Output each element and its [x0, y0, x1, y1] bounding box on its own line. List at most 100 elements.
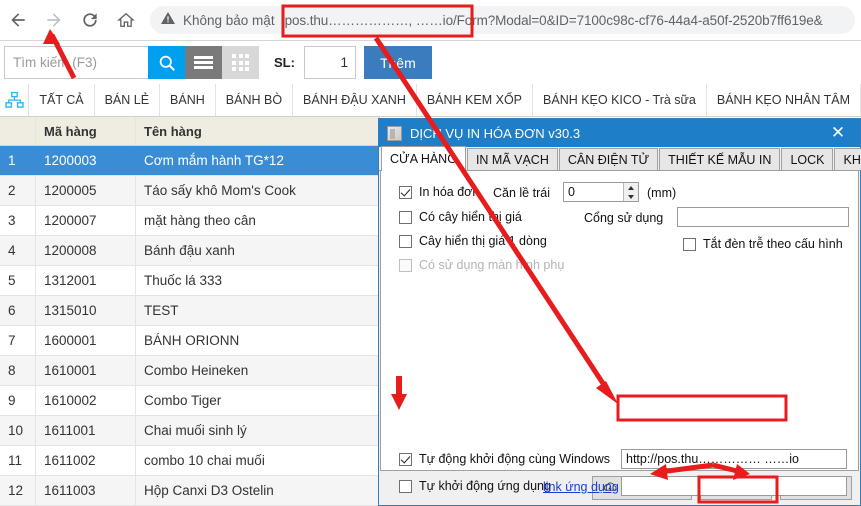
- checkbox-autostart-windows[interactable]: Tự động khởi động cùng Windows: [399, 452, 610, 466]
- close-icon[interactable]: ✕: [816, 119, 860, 147]
- cell-name: BÁNH ORIONN: [136, 326, 379, 355]
- cell-index: 12: [0, 476, 36, 505]
- cell-name: combo 10 chai muối: [136, 446, 379, 475]
- tab-thiet-ke-mau-in[interactable]: THIẾT KẾ MẪU IN: [659, 148, 780, 170]
- table-row[interactable]: 4 1200008 Bánh đậu xanh: [0, 236, 379, 266]
- print-service-dialog: DỊCH VỤ IN HÓA ĐƠN v30.3 ✕ CỬA HÀNG IN M…: [378, 118, 861, 506]
- table-row[interactable]: 9 1610002 Combo Tiger: [0, 386, 379, 416]
- app-window-icon: [387, 126, 402, 141]
- checkbox-label: Cây hiển thị giá 1 dòng: [419, 234, 547, 248]
- app-link[interactable]: link ứng dụng: [543, 480, 619, 494]
- not-secure-warning-icon: [160, 10, 176, 31]
- checkbox-box-icon: [399, 480, 412, 493]
- port-input[interactable]: [677, 207, 849, 227]
- checkbox-autostart-app[interactable]: Tự khởi động ứng dụng: [399, 479, 551, 493]
- margin-left-stepper[interactable]: 0: [563, 182, 639, 202]
- checkbox-box-icon: [399, 259, 412, 272]
- tab-label: IN MÃ VẠCH: [476, 153, 549, 167]
- table-row[interactable]: 3 1200007 mặt hàng theo cân: [0, 206, 379, 236]
- category-tab-label: TẤT CẢ: [39, 93, 83, 107]
- table-row[interactable]: 7 1600001 BÁNH ORIONN: [0, 326, 379, 356]
- forward-icon[interactable]: [36, 2, 72, 38]
- table-row[interactable]: 1 1200003 Cơm mắm hành TG*12: [0, 146, 379, 176]
- cell-code: 1611002: [36, 446, 136, 475]
- table-row[interactable]: 5 1312001 Thuốc lá 333: [0, 266, 379, 296]
- list-view-button[interactable]: [185, 46, 222, 79]
- category-tab-7[interactable]: BÁNH KẸO NHÂN TÂM: [707, 84, 861, 116]
- cell-name: Bánh đậu xanh: [136, 236, 379, 265]
- checkbox-box-icon: [399, 453, 412, 466]
- cell-code: 1610002: [36, 386, 136, 415]
- margin-left-value: 0: [564, 183, 623, 201]
- add-button[interactable]: Thêm: [364, 46, 432, 79]
- checkbox-print-invoice[interactable]: In hóa đơn: [399, 185, 479, 199]
- search-button[interactable]: [148, 46, 185, 79]
- tab-in-ma-vach[interactable]: IN MÃ VẠCH: [467, 148, 558, 170]
- pos-toolbar: SL: Thêm: [0, 41, 861, 84]
- category-tab-1[interactable]: BÁN LẺ: [95, 84, 160, 116]
- checkbox-box-icon: [399, 211, 412, 224]
- category-tab-6[interactable]: BÁNH KẸO KICO - Trà sữa: [533, 84, 707, 116]
- category-tab-label: BÁNH KẸO KICO - Trà sữa: [543, 93, 696, 107]
- table-row[interactable]: 2 1200005 Táo sấy khô Mom's Cook: [0, 176, 379, 206]
- grid-view-icon: [232, 54, 249, 71]
- table-row[interactable]: 6 1315010 TEST: [0, 296, 379, 326]
- checkbox-turn-off-delay-light[interactable]: Tắt đèn trễ theo cấu hình: [683, 237, 843, 251]
- table-row[interactable]: 10 1611001 Chai muối sinh lý: [0, 416, 379, 446]
- search-input[interactable]: [4, 46, 148, 79]
- reload-icon[interactable]: [72, 2, 108, 38]
- dialog-titlebar[interactable]: DỊCH VỤ IN HÓA ĐƠN v30.3 ✕: [379, 119, 860, 147]
- category-tab-2[interactable]: BÁNH: [160, 84, 216, 116]
- tab-lock[interactable]: LOCK: [781, 148, 833, 170]
- security-indicator[interactable]: Không bảo mật: [160, 10, 285, 31]
- port-label: Cổng sử dụng: [584, 211, 663, 225]
- cell-code: 1312001: [36, 266, 136, 295]
- checkbox-price-display-tree[interactable]: Có cây hiển thị giá: [399, 210, 522, 224]
- cell-index: 6: [0, 296, 36, 325]
- back-icon[interactable]: [0, 2, 36, 38]
- category-tab-label: BÁNH: [170, 93, 205, 107]
- home-icon[interactable]: [108, 2, 144, 38]
- address-bar[interactable]: Không bảo mật pos.thu………………, ……io/Form?M…: [150, 6, 855, 34]
- checkbox-use-second-screen[interactable]: Có sử dụng màn hình phụ: [399, 258, 564, 272]
- cell-name: Hộp Canxi D3 Ostelin: [136, 476, 379, 505]
- cell-index: 3: [0, 206, 36, 235]
- tab-cua-hang[interactable]: CỬA HÀNG: [381, 146, 466, 171]
- category-tab-label: BÁNH BÒ: [226, 93, 282, 107]
- category-tab-3[interactable]: BÁNH BÒ: [216, 84, 293, 116]
- table-header-row: Mã hàng Tên hàng: [0, 117, 379, 146]
- category-tab-4[interactable]: BÁNH ĐẬU XANH: [293, 84, 417, 116]
- checkbox-label: Tự động khởi động cùng Windows: [419, 452, 610, 466]
- cell-code: 1200003: [36, 146, 136, 175]
- cell-index: 11: [0, 446, 36, 475]
- tab-label: CỬA HÀNG: [390, 152, 457, 166]
- checkbox-price-display-one-line[interactable]: Cây hiển thị giá 1 dòng: [399, 234, 547, 248]
- cell-index: 7: [0, 326, 36, 355]
- autostart-url-input[interactable]: [621, 449, 847, 469]
- cell-code: 1611001: [36, 416, 136, 445]
- stepper-up-icon[interactable]: [624, 183, 638, 192]
- tab-label: THIẾT KẾ MẪU IN: [668, 153, 771, 167]
- tab-label: KHÁC: [843, 153, 861, 167]
- category-tab-5[interactable]: BÁNH KEM XỐP: [417, 84, 533, 116]
- tab-khac[interactable]: KHÁC: [834, 148, 861, 170]
- cell-code: 1315010: [36, 296, 136, 325]
- quantity-input[interactable]: [304, 46, 356, 79]
- stepper-down-icon[interactable]: [624, 192, 638, 201]
- checkbox-label: Tự khởi động ứng dụng: [419, 479, 551, 493]
- cell-name: Thuốc lá 333: [136, 266, 379, 295]
- category-tab-0[interactable]: TẤT CẢ: [29, 84, 94, 116]
- grid-view-button[interactable]: [222, 46, 259, 79]
- stepper-buttons[interactable]: [623, 183, 638, 201]
- cell-index: 1: [0, 146, 36, 175]
- table-row[interactable]: 11 1611002 combo 10 chai muối: [0, 446, 379, 476]
- margin-left-label: Căn lề trái: [493, 186, 550, 200]
- category-tab-label: BÁN LẺ: [105, 93, 149, 107]
- dialog-body: In hóa đơn Căn lề trái 0 (mm) Có cây hiể…: [380, 171, 859, 471]
- table-row[interactable]: 8 1610001 Combo Heineken: [0, 356, 379, 386]
- dialog-tab-bar: CỬA HÀNG IN MÃ VẠCH CÂN ĐIỆN TỬ THIẾT KẾ…: [379, 147, 860, 171]
- autostart-app-input[interactable]: [621, 476, 847, 496]
- tab-can-dien-tu[interactable]: CÂN ĐIỆN TỬ: [559, 148, 658, 170]
- sitemap-icon[interactable]: [0, 84, 29, 116]
- table-row[interactable]: 12 1611003 Hộp Canxi D3 Ostelin: [0, 476, 379, 506]
